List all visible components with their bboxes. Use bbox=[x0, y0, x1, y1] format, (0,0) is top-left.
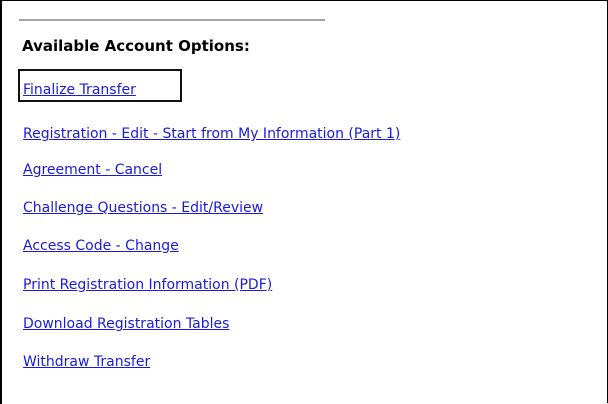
challenge-questions-link[interactable]: Challenge Questions - Edit/Review bbox=[23, 200, 263, 216]
download-registration-tables-link[interactable]: Download Registration Tables bbox=[23, 316, 229, 332]
option-item-withdraw-transfer: Withdraw Transfer bbox=[23, 353, 150, 371]
withdraw-transfer-link[interactable]: Withdraw Transfer bbox=[23, 354, 150, 370]
option-item-download-tables: Download Registration Tables bbox=[23, 315, 229, 333]
option-item-challenge-questions: Challenge Questions - Edit/Review bbox=[23, 199, 263, 217]
access-code-change-link[interactable]: Access Code - Change bbox=[23, 238, 179, 254]
option-item-access-code: Access Code - Change bbox=[23, 237, 179, 255]
agreement-cancel-link[interactable]: Agreement - Cancel bbox=[23, 162, 162, 178]
highlight-box bbox=[18, 69, 182, 102]
option-item-agreement-cancel: Agreement - Cancel bbox=[23, 161, 162, 179]
print-registration-link[interactable]: Print Registration Information (PDF) bbox=[23, 277, 272, 293]
option-item-registration-edit: Registration - Edit - Start from My Info… bbox=[23, 125, 400, 143]
registration-edit-link[interactable]: Registration - Edit - Start from My Info… bbox=[23, 126, 400, 142]
section-divider bbox=[19, 19, 325, 21]
panel-left-border bbox=[0, 0, 2, 404]
option-item-print-registration: Print Registration Information (PDF) bbox=[23, 276, 272, 294]
account-options-heading: Available Account Options: bbox=[22, 37, 250, 55]
